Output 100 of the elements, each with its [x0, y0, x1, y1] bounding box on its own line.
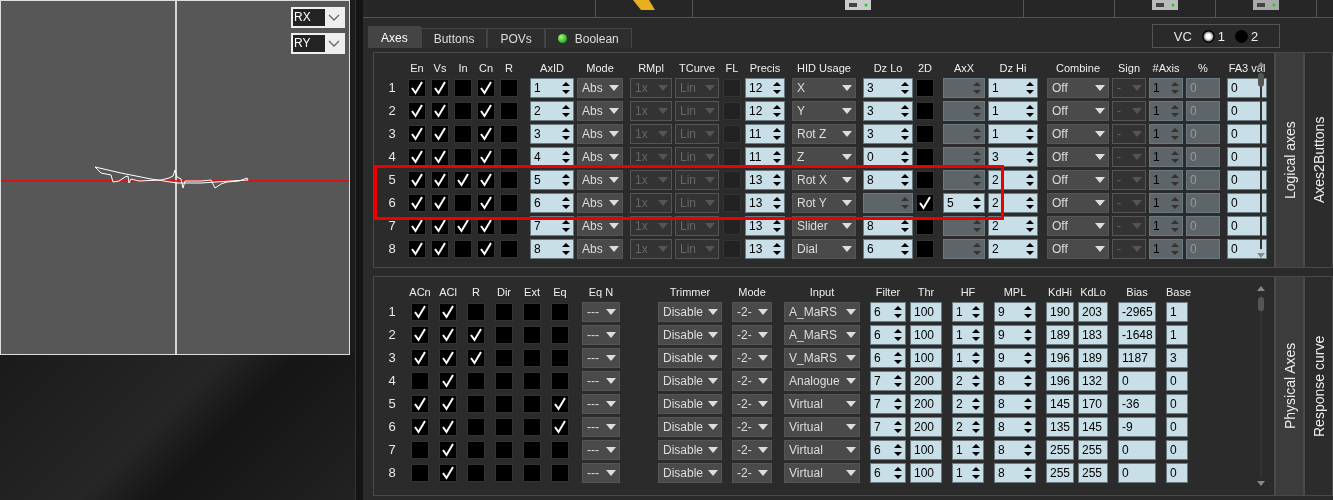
- checkbox[interactable]: [495, 348, 513, 367]
- checkbox[interactable]: [477, 239, 495, 258]
- spin-field[interactable]: 1: [988, 100, 1038, 121]
- checkbox[interactable]: [439, 440, 457, 459]
- spin-field[interactable]: 8: [994, 462, 1036, 483]
- input-field[interactable]: 255: [1046, 439, 1074, 460]
- up-down-arrows-icon[interactable]: [1026, 80, 1034, 95]
- checkbox[interactable]: [551, 394, 569, 413]
- checkbox[interactable]: [467, 440, 485, 459]
- checkbox[interactable]: [500, 124, 518, 143]
- input-field[interactable]: 0: [1166, 416, 1188, 437]
- up-down-arrows-icon[interactable]: [894, 465, 902, 480]
- checkbox[interactable]: [500, 193, 518, 212]
- spin-field[interactable]: 9: [994, 324, 1036, 345]
- spin-field[interactable]: 1: [952, 462, 984, 483]
- input-field[interactable]: 0: [1227, 146, 1267, 167]
- input-field[interactable]: 255: [1078, 439, 1108, 460]
- dropdown[interactable]: -2-: [732, 370, 772, 391]
- spin-field[interactable]: 2: [988, 238, 1038, 259]
- dropdown[interactable]: Dial: [792, 238, 856, 259]
- checkbox[interactable]: [551, 371, 569, 390]
- dropdown[interactable]: Off: [1047, 215, 1109, 236]
- input-field[interactable]: 1: [1166, 301, 1188, 322]
- side-tab[interactable]: Logical axes: [1275, 52, 1304, 268]
- checkbox[interactable]: [523, 348, 541, 367]
- checkbox[interactable]: [467, 463, 485, 482]
- dropdown[interactable]: Rot X: [792, 169, 856, 190]
- up-down-arrows-icon[interactable]: [562, 80, 570, 95]
- checkbox[interactable]: [523, 440, 541, 459]
- spin-field[interactable]: 11: [745, 123, 785, 144]
- input-field[interactable]: 135: [1046, 416, 1074, 437]
- checkbox[interactable]: [523, 325, 541, 344]
- checkbox[interactable]: [439, 302, 457, 321]
- up-down-arrows-icon[interactable]: [972, 304, 980, 319]
- checkbox[interactable]: [467, 302, 485, 321]
- dropdown[interactable]: Abs: [577, 146, 623, 167]
- up-down-arrows-icon[interactable]: [972, 465, 980, 480]
- spin-field[interactable]: 12: [745, 100, 785, 121]
- device-icon[interactable]: [843, 0, 873, 12]
- input-field[interactable]: 145: [1046, 393, 1074, 414]
- scrollbar[interactable]: [1256, 285, 1266, 487]
- spin-field[interactable]: 1: [952, 324, 984, 345]
- checkbox[interactable]: [467, 325, 485, 344]
- dropdown[interactable]: -2-: [732, 301, 772, 322]
- checkbox[interactable]: [408, 170, 426, 189]
- up-down-arrows-icon[interactable]: [773, 218, 781, 233]
- checkbox[interactable]: [477, 101, 495, 120]
- checkbox[interactable]: [454, 124, 472, 143]
- tab[interactable]: Buttons: [420, 28, 488, 48]
- up-down-arrows-icon[interactable]: [562, 126, 570, 141]
- checkbox[interactable]: [916, 170, 934, 189]
- checkbox[interactable]: [408, 147, 426, 166]
- dropdown[interactable]: Disable: [658, 324, 722, 345]
- spin-field[interactable]: 1: [530, 77, 574, 98]
- checkbox[interactable]: [408, 101, 426, 120]
- spin-field[interactable]: 2: [952, 370, 984, 391]
- dropdown[interactable]: Disable: [658, 370, 722, 391]
- spin-field[interactable]: 6: [863, 238, 913, 259]
- checkbox[interactable]: [431, 78, 449, 97]
- up-down-arrows-icon[interactable]: [1024, 465, 1032, 480]
- input-field[interactable]: 0: [1166, 462, 1188, 483]
- dropdown[interactable]: Virtual: [784, 462, 860, 483]
- checkbox[interactable]: [467, 348, 485, 367]
- dropdown[interactable]: Virtual: [784, 439, 860, 460]
- checkbox[interactable]: [916, 124, 934, 143]
- up-down-arrows-icon[interactable]: [773, 172, 781, 187]
- dropdown[interactable]: Disable: [658, 439, 722, 460]
- spin-field[interactable]: 8: [994, 416, 1036, 437]
- spin-field[interactable]: 3: [988, 146, 1038, 167]
- spin-field[interactable]: 6: [870, 301, 906, 322]
- checkbox[interactable]: [477, 124, 495, 143]
- input-field[interactable]: 0: [1166, 393, 1188, 414]
- spin-field[interactable]: 3: [530, 123, 574, 144]
- checkbox[interactable]: [495, 463, 513, 482]
- up-down-arrows-icon[interactable]: [1026, 126, 1034, 141]
- checkbox[interactable]: [523, 463, 541, 482]
- checkbox[interactable]: [408, 124, 426, 143]
- input-field[interactable]: 0: [1118, 439, 1156, 460]
- up-down-arrows-icon[interactable]: [1024, 396, 1032, 411]
- up-down-arrows-icon[interactable]: [972, 373, 980, 388]
- input-field[interactable]: 0: [1227, 169, 1267, 190]
- spin-field[interactable]: 6: [870, 439, 906, 460]
- up-down-arrows-icon[interactable]: [901, 149, 909, 164]
- dropdown[interactable]: V_MaRS: [784, 347, 860, 368]
- checkbox[interactable]: [431, 239, 449, 258]
- up-down-arrows-icon[interactable]: [1024, 304, 1032, 319]
- checkbox[interactable]: [495, 440, 513, 459]
- spin-field[interactable]: 8: [994, 439, 1036, 460]
- checkbox[interactable]: [495, 371, 513, 390]
- input-field[interactable]: 255: [1046, 462, 1074, 483]
- up-down-arrows-icon[interactable]: [1026, 172, 1034, 187]
- input-field[interactable]: 189: [1046, 324, 1074, 345]
- dropdown[interactable]: -2-: [732, 347, 772, 368]
- dropdown[interactable]: ---: [582, 347, 620, 368]
- up-down-arrows-icon[interactable]: [894, 419, 902, 434]
- up-down-arrows-icon[interactable]: [773, 149, 781, 164]
- dropdown[interactable]: Abs: [577, 238, 623, 259]
- checkbox[interactable]: [431, 101, 449, 120]
- checkbox[interactable]: [467, 394, 485, 413]
- checkbox[interactable]: [523, 394, 541, 413]
